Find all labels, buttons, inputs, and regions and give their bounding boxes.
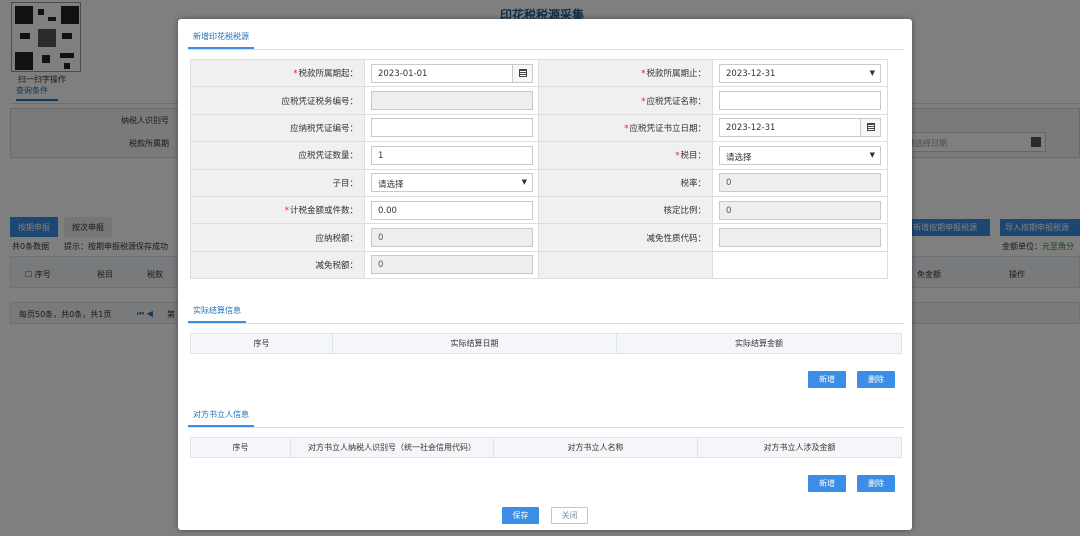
empty-cell — [712, 250, 888, 280]
divider — [188, 427, 904, 428]
voucher-date-input[interactable]: 2023-12-31 — [719, 118, 881, 138]
voucher-tax-no-label: 应税凭证税务编号： — [190, 86, 365, 115]
approved-ratio-label: 核定比例： — [538, 195, 713, 225]
approved-ratio-input: 0 — [719, 200, 881, 220]
column-header: 对方书立人名称 — [493, 437, 698, 458]
voucher-name-input[interactable] — [719, 91, 881, 111]
voucher-no-label: 应纳税凭证编号： — [190, 113, 365, 143]
divider — [188, 49, 904, 50]
period-start-label: *税款所属期起： — [190, 58, 365, 88]
relief-code-label: 减免性质代码： — [538, 223, 713, 252]
column-header: 对方书立人涉及金额 — [697, 437, 902, 458]
add-stamp-tax-source-dialog: 新增印花税税源 *税款所属期起： 2023-01-01 *税款所属期止： 202… — [178, 19, 912, 530]
tax-item-select[interactable]: 请选择 ▼ — [719, 145, 881, 165]
section-title-settlement: 实际结算信息 — [188, 305, 246, 323]
tax-payable-input: 0 — [371, 228, 533, 248]
period-start-input[interactable]: 2023-01-01 — [371, 63, 533, 83]
relief-code-input — [719, 228, 881, 248]
tax-payable-label: 应纳税额： — [190, 223, 365, 252]
voucher-tax-no-input — [371, 91, 533, 111]
tax-rate-input: 0 — [719, 173, 881, 193]
sub-item-select[interactable]: 请选择 ▼ — [371, 173, 533, 193]
column-header: 实际结算日期 — [332, 333, 617, 354]
tax-basis-input[interactable]: 0.00 — [371, 200, 533, 220]
sub-item-label: 子目： — [190, 168, 365, 197]
voucher-qty-input[interactable]: 1 — [371, 145, 533, 165]
period-end-select[interactable]: 2023-12-31 ▼ — [719, 63, 881, 83]
settlement-table: 序号 实际结算日期 实际结算金额 — [190, 333, 902, 354]
period-end-label: *税款所属期止： — [538, 58, 713, 88]
settlement-delete-button[interactable]: 删除 — [857, 371, 895, 388]
section-title-counterparty: 对方书立人信息 — [188, 409, 254, 427]
section-title-new-source: 新增印花税税源 — [188, 31, 254, 49]
settlement-add-button[interactable]: 新增 — [808, 371, 846, 388]
column-header: 序号 — [190, 333, 333, 354]
tax-rate-label: 税率： — [538, 168, 713, 197]
column-header: 对方书立人纳税人识别号（统一社会信用代码） — [290, 437, 494, 458]
counterparty-add-button[interactable]: 新增 — [808, 475, 846, 492]
column-header: 序号 — [190, 437, 291, 458]
empty-cell — [538, 250, 713, 280]
calendar-icon[interactable] — [860, 119, 880, 137]
dropdown-arrow-icon: ▼ — [869, 150, 875, 159]
voucher-no-input[interactable] — [371, 118, 533, 138]
voucher-date-label: *应税凭证书立日期： — [538, 113, 713, 143]
tax-relief-input: 0 — [371, 255, 533, 275]
save-button[interactable]: 保存 — [502, 507, 539, 524]
divider — [188, 323, 904, 324]
counterparty-table: 序号 对方书立人纳税人识别号（统一社会信用代码） 对方书立人名称 对方书立人涉及… — [190, 437, 902, 458]
counterparty-delete-button[interactable]: 删除 — [857, 475, 895, 492]
close-button[interactable]: 关闭 — [551, 507, 588, 524]
tax-item-label: *税目： — [538, 141, 713, 170]
dropdown-arrow-icon: ▼ — [869, 68, 875, 77]
dropdown-arrow-icon: ▼ — [521, 178, 527, 187]
column-header: 实际结算金额 — [616, 333, 902, 354]
calendar-icon[interactable] — [512, 64, 532, 82]
source-form: *税款所属期起： 2023-01-01 *税款所属期止： 2023-12-31 ▼… — [190, 58, 888, 280]
voucher-name-label: *应税凭证名称： — [538, 86, 713, 115]
tax-basis-label: *计税金额或件数： — [190, 195, 365, 225]
tax-relief-label: 减免税额： — [190, 250, 365, 280]
voucher-qty-label: 应税凭证数量： — [190, 141, 365, 170]
